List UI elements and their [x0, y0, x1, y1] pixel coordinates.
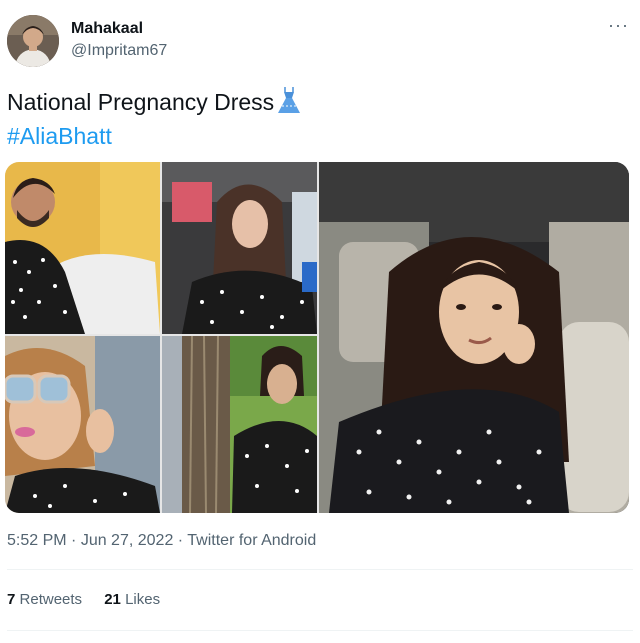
more-options-icon[interactable]: ···: [608, 16, 629, 34]
avatar[interactable]: [7, 15, 59, 67]
tweet-body: National Pregnancy Dress: [7, 89, 275, 115]
likes-count: 21: [104, 591, 121, 608]
retweets-label: Retweets: [19, 591, 83, 608]
photo-1[interactable]: [5, 162, 160, 334]
likes-stat[interactable]: 21 Likes: [104, 591, 160, 608]
tweet-time[interactable]: 5:52 PM: [7, 532, 67, 549]
photo-3[interactable]: [5, 336, 160, 513]
tweet-header: Mahakaal @Impritam67 ···: [7, 15, 633, 71]
tweet-stats: 7 Retweets 21 Likes: [7, 591, 178, 608]
media-grid: [5, 162, 629, 513]
display-name[interactable]: Mahakaal: [71, 20, 143, 38]
photo-4[interactable]: [162, 336, 317, 513]
photo-5[interactable]: [319, 162, 629, 513]
retweets-stat[interactable]: 7 Retweets: [7, 591, 82, 608]
retweets-count: 7: [7, 591, 16, 608]
tweet-meta: 5:52 PM · Jun 27, 2022 · Twitter for And…: [7, 532, 316, 550]
likes-label: Likes: [125, 591, 161, 608]
meta-separator: ·: [66, 532, 81, 549]
user-handle[interactable]: @Impritam67: [71, 42, 167, 60]
meta-separator: ·: [173, 532, 188, 549]
tweet-date[interactable]: Jun 27, 2022: [81, 532, 174, 549]
tweet-text: National Pregnancy Dress #AliaBhatt: [7, 86, 302, 151]
divider: [7, 630, 633, 631]
dress-icon: [276, 86, 302, 121]
photo-2[interactable]: [162, 162, 317, 334]
hashtag-link[interactable]: #AliaBhatt: [7, 123, 112, 149]
divider: [7, 569, 633, 570]
tweet-source[interactable]: Twitter for Android: [187, 532, 316, 549]
